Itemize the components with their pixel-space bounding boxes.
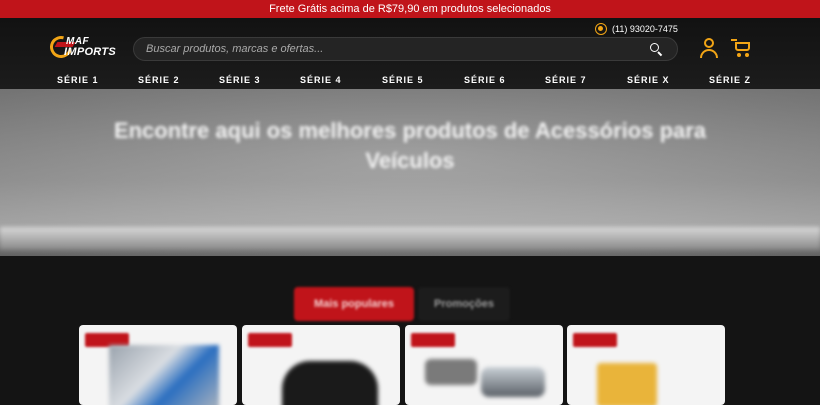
nav-item-serie-3[interactable]: SÉRIE 3 [219,72,261,88]
product-image [425,359,477,385]
promo-bar: Frete Grátis acima de R$79,90 em produto… [0,0,820,18]
product-card[interactable] [79,325,237,405]
product-badge [248,333,292,347]
nav-item-serie-2[interactable]: SÉRIE 2 [138,72,180,88]
tab-promotions[interactable]: Promoções [418,287,510,321]
promo-text: Frete Grátis acima de R$79,90 em produto… [269,3,551,15]
logo[interactable]: MAF IMPORTS [45,31,122,63]
product-card[interactable] [242,325,400,405]
product-image [282,361,378,405]
product-image [597,363,657,405]
hero-banner: Encontre aqui os melhores produtos de Ac… [0,89,820,256]
product-card[interactable] [567,325,725,405]
tab-most-popular[interactable]: Mais populares [294,287,414,321]
product-tabs: Mais populares Promoções [294,287,510,321]
phone-number: (11) 93020-7475 [612,24,678,34]
nav-item-serie-z[interactable]: SÉRIE Z [709,72,751,88]
nav-item-serie-6[interactable]: SÉRIE 6 [464,72,506,88]
nav-item-serie-4[interactable]: SÉRIE 4 [300,72,342,88]
cart-icon[interactable] [731,39,752,58]
product-card[interactable] [405,325,563,405]
banner-headline: Encontre aqui os melhores produtos de Ac… [113,118,707,173]
nav-item-serie-7[interactable]: SÉRIE 7 [545,72,587,88]
nav-item-serie-1[interactable]: SÉRIE 1 [57,72,99,88]
phone-contact[interactable]: (11) 93020-7475 [595,22,678,36]
user-icon[interactable] [700,38,718,58]
logo-text-line2: IMPORTS [64,46,117,58]
nav-item-serie-5[interactable]: SÉRIE 5 [382,72,424,88]
product-badge [573,333,617,347]
search-icon[interactable] [650,43,663,57]
product-badge [411,333,455,347]
product-image [109,345,219,405]
search-input[interactable] [146,41,626,57]
whatsapp-icon [595,23,607,35]
nav-item-serie-x[interactable]: SÉRIE X [627,72,670,88]
product-image-car [481,367,545,397]
search-bar [133,37,678,61]
main-nav: SÉRIE 1 SÉRIE 2 SÉRIE 3 SÉRIE 4 SÉRIE 5 … [0,72,820,90]
